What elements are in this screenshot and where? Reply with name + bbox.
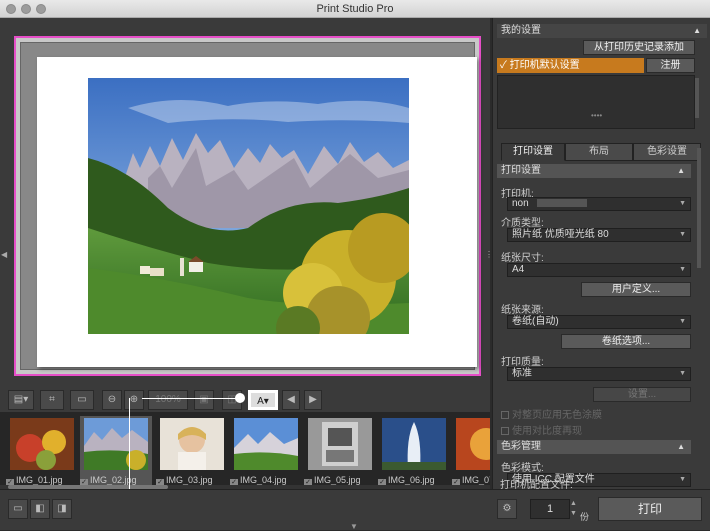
text-stamp-icon[interactable]: A▾ (248, 390, 278, 410)
copies-stepper-icon[interactable]: ▲ ▼ (570, 499, 578, 519)
next-icon[interactable]: ▶ (304, 390, 322, 410)
thumbnail-label: IMG_03.jpg (166, 475, 213, 485)
thumbnail-strip: ✓ IMG_01.jpg ✓ IMG_02.jpg ✓ IMG_03.jpg ✓ IMG… (0, 412, 490, 488)
printer-select[interactable]: non ▼ (507, 197, 691, 211)
paper-source-select[interactable]: 卷纸(自动) ▼ (507, 315, 691, 329)
collapse-left-icon[interactable]: ◀ (1, 250, 7, 259)
thumbnail-item[interactable]: ✓ IMG_02.jpg (80, 416, 152, 488)
settings-panel: 我的设置 ▲ 从打印历史记录添加 ✓ 打印机默认设置 注册 •••• 打印设置 … (492, 18, 710, 489)
add-from-history-button[interactable]: 从打印历史记录添加 (583, 40, 695, 55)
paper-size-value: A4 (512, 264, 525, 275)
panel-scrollbar[interactable] (695, 78, 699, 118)
paper-source-value: 卷纸(自动) (512, 316, 559, 327)
dropdown-icon: ▼ (679, 476, 686, 483)
thumbnail-image (234, 418, 298, 470)
previous-icon[interactable]: ◀ (282, 390, 300, 410)
thumbnail-label: IMG_07.jpg (462, 475, 490, 485)
media-type-value: 照片纸 优质哑光纸 80 (512, 229, 609, 240)
thumbnail-label: IMG_05.jpg (314, 475, 361, 485)
my-settings-header[interactable]: 我的设置 ▲ (497, 24, 707, 38)
dropdown-icon: ▼ (679, 318, 686, 325)
zoom-in-icon[interactable]: ⊕ (124, 390, 144, 410)
borderless-checkbox[interactable]: 对整页应用无色涂膜 (501, 406, 602, 421)
paper-size-select[interactable]: A4 ▼ (507, 263, 691, 277)
layout-single-icon[interactable]: ▭ (8, 499, 28, 519)
print-layout-icon[interactable]: ▤▾ (8, 390, 34, 410)
title-bar: Print Studio Pro (0, 0, 710, 18)
paper-source-label: 纸张来源: (501, 305, 544, 316)
contrast-checkbox[interactable]: 使用对比度再现 (501, 422, 582, 437)
thumbnail-label: IMG_01.jpg (16, 475, 63, 485)
collapse-icon: ▲ (693, 26, 701, 35)
printer-default-item[interactable]: ✓ 打印机默认设置 (497, 58, 644, 73)
color-management-title: 色彩管理 (501, 441, 541, 452)
thumbnail-image (160, 418, 224, 470)
print-quality-select[interactable]: 标准 ▼ (507, 367, 691, 381)
print-quality-value: 标准 (512, 368, 532, 379)
thumbnail-label: IMG_06.jpg (388, 475, 435, 485)
dropdown-icon: ▼ (679, 370, 686, 377)
thumbnail-label: IMG_04.jpg (240, 475, 287, 485)
thumbnail-item[interactable]: ✓ IMG_03.jpg (156, 416, 228, 488)
redacted-block (537, 199, 588, 207)
layout-side-icon[interactable]: ◨ (52, 499, 72, 519)
quality-settings-button[interactable]: 设置... (593, 387, 691, 402)
resize-grip-icon[interactable]: •••• (591, 111, 602, 120)
tab-color-settings[interactable]: 色彩设置 (633, 143, 701, 161)
zoom-level-select[interactable]: 100% (148, 390, 188, 410)
roll-options-button[interactable]: 卷纸选项... (561, 334, 691, 349)
contrast-label: 使用对比度再现 (512, 426, 582, 437)
collapse-icon: ▲ (677, 442, 685, 451)
thumbnail-image (10, 418, 74, 470)
zoom-out-icon[interactable]: ⊖ (102, 390, 122, 410)
thumbnail-image (382, 418, 446, 470)
thumbnail-image (308, 418, 372, 470)
dropdown-icon: ▼ (679, 200, 686, 207)
preview-photo[interactable] (88, 78, 409, 334)
mountain-landscape-image (88, 78, 409, 334)
crop-icon[interactable]: ⌗ (40, 390, 64, 410)
tab-print-settings[interactable]: 打印设置 (501, 143, 565, 161)
thumbnail-item[interactable]: ✓ IMG_06.jpg (378, 416, 450, 488)
thumbnail-item[interactable]: ✓ IMG_04.jpg (230, 416, 302, 488)
thumbnail-item[interactable]: ✓IMG_07.jpg (452, 416, 490, 488)
paper-size-label: 纸张尺寸: (501, 253, 544, 264)
print-settings-title: 打印设置 (501, 165, 541, 176)
preview-toolbar: ▤▾ ⌗ ▭ ⊖ ⊕ 100% ▣ ◫ A▾ ◀ ▶ (0, 388, 490, 412)
register-button[interactable]: 注册 (646, 58, 695, 73)
color-mode-label: 色彩模式: (501, 463, 544, 474)
thumbnail-item[interactable]: ✓ IMG_01.jpg (6, 416, 78, 488)
collapse-icon: ▲ (677, 166, 685, 175)
borderless-label: 对整页应用无色涂膜 (512, 410, 602, 421)
bottom-bar: ▭ ◧ ◨ ⚙ 1 ▲ ▼ 份 打印 ▼ (0, 489, 710, 531)
user-defined-button[interactable]: 用户定义... (581, 282, 691, 297)
dropdown-icon: ▼ (679, 266, 686, 273)
print-quality-label: 打印质量: (501, 357, 544, 368)
fit-icon[interactable]: ▭ (70, 390, 94, 410)
gear-icon[interactable]: ⚙ (497, 499, 517, 519)
print-settings-header[interactable]: 打印设置 ▲ (497, 164, 691, 178)
media-type-select[interactable]: 照片纸 优质哑光纸 80 ▼ (507, 228, 691, 242)
thumbnail-image (84, 418, 148, 470)
media-type-label: 介质类型: (501, 218, 544, 229)
color-management-header[interactable]: 色彩管理 ▲ (497, 440, 691, 454)
side-scrollbar-thumb[interactable] (697, 148, 701, 268)
my-settings-list (497, 75, 695, 129)
dropdown-icon: ▼ (679, 231, 686, 238)
actual-size-icon[interactable]: ▣ (194, 390, 214, 410)
printer-value: non (512, 198, 529, 209)
tab-layout[interactable]: 布局 (565, 143, 633, 161)
my-settings-title: 我的设置 (501, 25, 541, 36)
copies-input[interactable]: 1 (530, 499, 570, 519)
print-button[interactable]: 打印 (598, 497, 702, 521)
callout-line (142, 398, 240, 399)
thumbnail-item[interactable]: ✓ IMG_05.jpg (304, 416, 376, 488)
window-title: Print Studio Pro (316, 3, 394, 15)
copies-unit: 份 (580, 512, 590, 522)
layout-split-icon[interactable]: ◧ (30, 499, 50, 519)
callout-dot (235, 393, 245, 403)
thumbnail-image (456, 418, 490, 470)
settings-tabs: 打印设置 布局 色彩设置 (501, 143, 701, 161)
